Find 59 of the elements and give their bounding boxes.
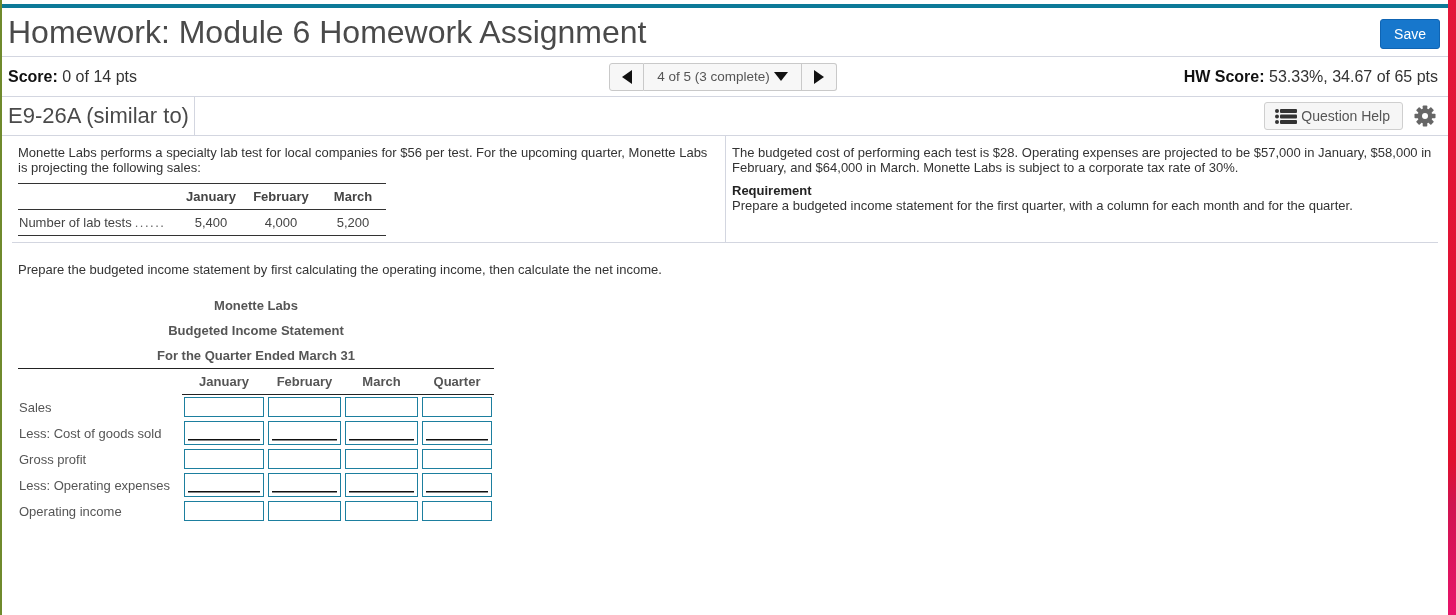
previous-question-button[interactable] <box>609 62 644 91</box>
score-text: Score: 0 of 14 pts <box>8 67 137 86</box>
answer-field[interactable] <box>345 449 418 469</box>
answer-field[interactable] <box>184 449 264 469</box>
left-triangle-icon <box>621 69 632 84</box>
answer-field[interactable] <box>184 501 264 521</box>
right-triangle-icon <box>814 69 824 84</box>
row-label: Gross profit <box>18 451 88 467</box>
question-help-button[interactable]: Question Help <box>1264 102 1403 130</box>
question-title: E9-26A (similar to) <box>8 103 189 129</box>
problem-text: The budgeted cost of performing each test is $28. Operating expenses are projected to be $57,000 in January, $58,000 in February, and $64,000 in March. Monette Labs is subject to a corporate tax rate of 30%. <box>732 145 1432 175</box>
row-label: Sales <box>18 399 53 415</box>
instruction-text: Prepare the budgeted income statement by first calculating the operating income, then calculate the net income. <box>18 262 663 277</box>
row-label: Less: Operating expenses <box>18 477 172 493</box>
problem-text: Monette Labs performs a specialty lab test for local companies for $56 per test. For the upcoming quarter, Monette Labs is projecting the following sales: <box>18 145 709 175</box>
statement-title: Monette Labs <box>214 297 298 315</box>
question-select-dropdown[interactable]: 4 of 5 (3 complete) <box>644 62 802 91</box>
column-header: February <box>242 183 320 210</box>
table-cell: 4,000 <box>242 209 320 236</box>
answer-field[interactable] <box>345 501 418 521</box>
table-cell: 5,200 <box>320 209 386 236</box>
requirement-heading: Requirement <box>732 183 812 198</box>
statement-title: Budgeted Income Statement <box>168 322 344 340</box>
save-button[interactable]: Save <box>1380 19 1440 49</box>
requirement-text: Prepare a budgeted income statement for the first quarter, with a column for each month and for the quarter. <box>732 198 1353 213</box>
column-header: February <box>266 369 343 395</box>
column-header: March <box>320 183 386 210</box>
table-cell: 5,400 <box>180 209 242 236</box>
next-question-button[interactable] <box>802 62 837 91</box>
statement-title: For the Quarter Ended March 31 <box>157 347 355 365</box>
answer-field[interactable] <box>268 421 341 445</box>
row-label: Less: Cost of goods sold <box>18 425 163 441</box>
answer-field[interactable] <box>268 449 341 469</box>
hw-score-text: HW Score: 53.33%, 34.67 of 65 pts <box>1183 67 1438 86</box>
column-header: January <box>182 369 266 395</box>
column-header: March <box>343 369 420 395</box>
settings-icon[interactable] <box>1414 105 1436 127</box>
row-label: Operating income <box>18 503 123 519</box>
list-icon <box>1275 108 1298 124</box>
answer-field[interactable] <box>422 449 492 469</box>
answer-field[interactable] <box>268 501 341 521</box>
answer-field[interactable] <box>184 397 264 417</box>
row-label: Number of lab tests <box>19 215 132 230</box>
answer-field[interactable] <box>345 421 418 445</box>
answer-field[interactable] <box>184 473 264 497</box>
answer-field[interactable] <box>345 397 418 417</box>
column-header: January <box>180 183 242 210</box>
answer-field[interactable] <box>422 397 492 417</box>
caret-icon <box>773 72 788 81</box>
page-title: Homework: Module 6 Homework Assignment <box>8 13 647 51</box>
answer-field[interactable] <box>268 397 341 417</box>
column-header: Quarter <box>420 369 494 395</box>
answer-field[interactable] <box>268 473 341 497</box>
answer-field[interactable] <box>422 421 492 445</box>
leader-dots: ...... <box>134 215 166 230</box>
answer-field[interactable] <box>184 421 264 445</box>
answer-field[interactable] <box>345 473 418 497</box>
answer-field[interactable] <box>422 473 492 497</box>
answer-field[interactable] <box>422 501 492 521</box>
